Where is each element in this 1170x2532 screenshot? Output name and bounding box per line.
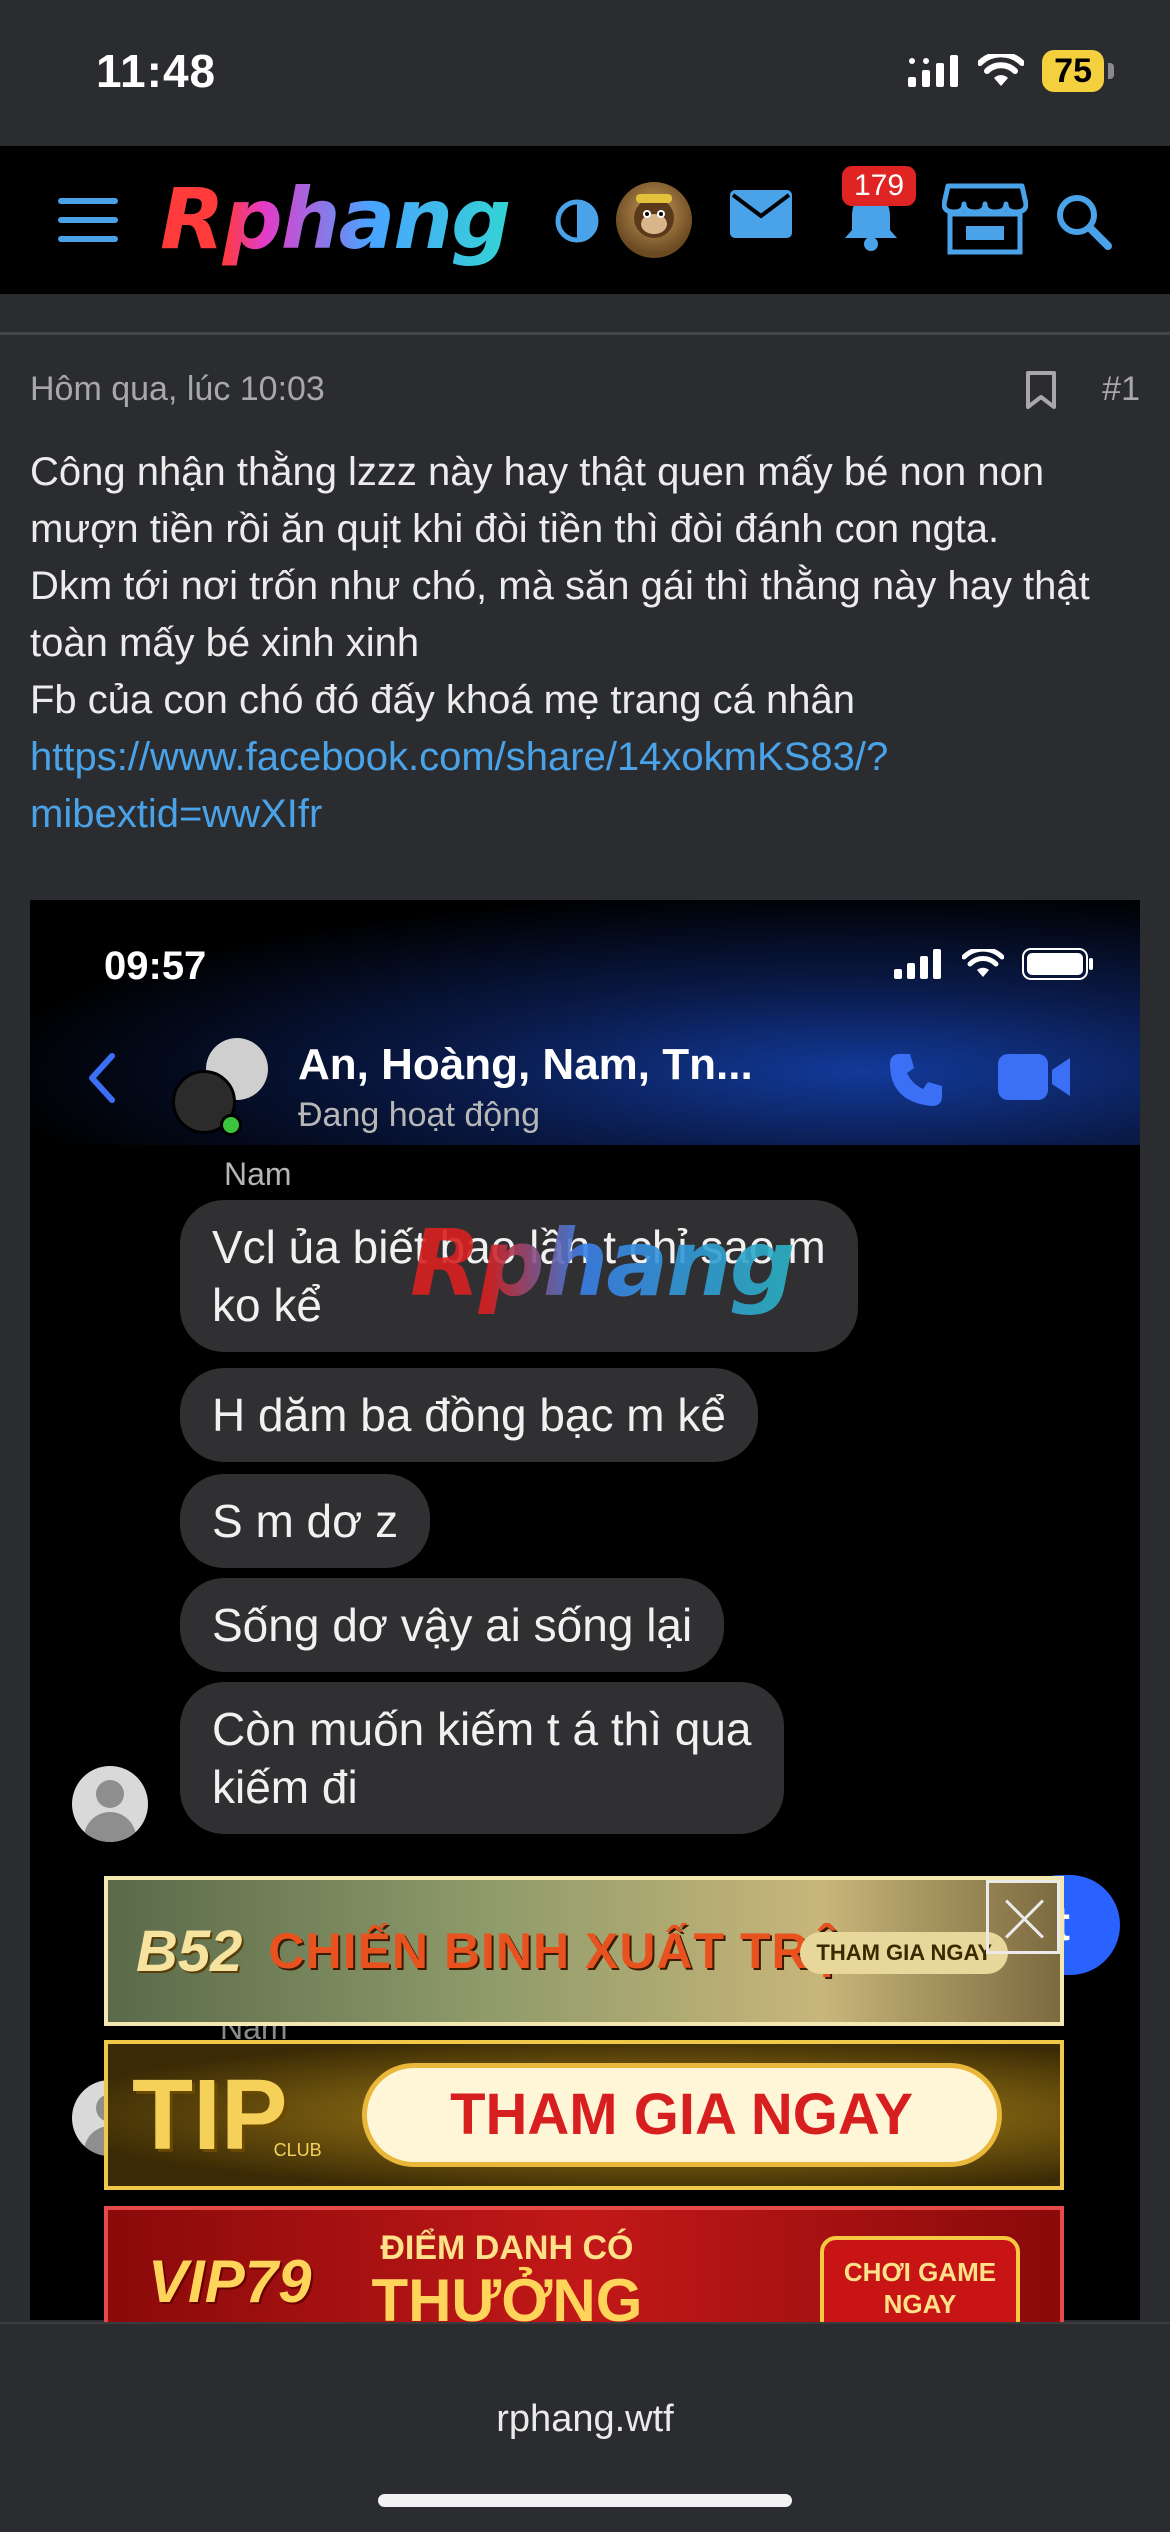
battery-icon bbox=[1022, 948, 1093, 980]
search-icon[interactable] bbox=[1054, 192, 1112, 250]
message-bubble: H dăm ba đồng bạc m kể bbox=[180, 1368, 758, 1462]
post-number[interactable]: #1 bbox=[1102, 370, 1140, 409]
message-line: kiếm đi bbox=[212, 1761, 358, 1813]
url-text[interactable]: rphang.wtf bbox=[0, 2398, 1170, 2441]
menu-icon[interactable] bbox=[58, 198, 118, 242]
chat-title: An, Hoàng, Nam, Tn... bbox=[298, 1040, 753, 1089]
phone-icon bbox=[890, 1054, 942, 1106]
status-time: 11:48 bbox=[96, 45, 217, 97]
ad-headline-small: ĐIỂM DANH CÓ bbox=[380, 2228, 634, 2267]
page: { "status_bar": { "time": "11:48", "batt… bbox=[0, 0, 1170, 2532]
ad-cta-line: CHƠI GAME bbox=[843, 2257, 997, 2287]
store-icon[interactable] bbox=[942, 182, 1028, 256]
message-bubble: S m dơ z bbox=[180, 1474, 431, 1568]
wifi-icon bbox=[962, 949, 1004, 977]
chat-status: Đang hoạt động bbox=[298, 1096, 540, 1134]
user-avatar[interactable] bbox=[616, 182, 692, 258]
message-sender: Nam bbox=[224, 1156, 292, 1192]
bookmark-icon[interactable] bbox=[1024, 370, 1058, 410]
notification-badge: 179 bbox=[842, 166, 917, 206]
ad-logo: TIP bbox=[132, 2058, 288, 2171]
divider bbox=[0, 332, 1170, 335]
mail-icon[interactable] bbox=[730, 190, 792, 238]
message-line: Sống dơ vậy ai sống lại bbox=[212, 1599, 693, 1651]
status-icons: 75 bbox=[908, 50, 1114, 92]
online-indicator bbox=[220, 1114, 242, 1136]
facebook-link[interactable]: https://www.facebook.com/share/14xokmKS8… bbox=[30, 729, 1140, 786]
screenshot-status-icons bbox=[894, 948, 1094, 980]
ad-logo: VIP79 bbox=[148, 2247, 312, 2315]
ad-cta-button[interactable]: THAM GIA NGAY bbox=[361, 2063, 1002, 2167]
cellular-signal-icon bbox=[908, 55, 959, 87]
wifi-icon bbox=[978, 54, 1025, 86]
site-header: Rphang 179 bbox=[0, 146, 1170, 294]
ad-cta-button[interactable]: THAM GIA NGAY bbox=[800, 1932, 1008, 1974]
status-bar: 11:48 75 bbox=[0, 0, 1170, 146]
facebook-link-cont[interactable]: mibextid=wwXIfr bbox=[30, 786, 1140, 843]
post-content: Công nhận thằng lzzz này hay thật quen m… bbox=[30, 444, 1140, 843]
post-line: mượn tiền rồi ăn quịt khi đòi tiền thì đ… bbox=[30, 507, 1000, 551]
cellular-signal-icon bbox=[894, 949, 941, 979]
message-line: S m dơ z bbox=[212, 1495, 399, 1547]
message-line: H dăm ba đồng bạc m kể bbox=[212, 1389, 726, 1441]
ad-headline: CHIẾN BINH XUẤT TRẬN bbox=[268, 1923, 883, 1979]
screenshot-time: 09:57 bbox=[104, 944, 207, 988]
home-indicator[interactable] bbox=[378, 2494, 792, 2507]
video-call-icon bbox=[998, 1054, 1070, 1100]
ad-logo: B52 bbox=[136, 1918, 243, 1984]
battery-level: 75 bbox=[1042, 50, 1104, 92]
message-bubble: Còn muốn kiếm t á thì qua kiếm đi bbox=[180, 1682, 784, 1834]
post-line: toàn mấy bé xinh xinh bbox=[30, 621, 420, 665]
battery-icon bbox=[1108, 63, 1114, 79]
close-ad-icon[interactable] bbox=[986, 1880, 1060, 1954]
post-line: Dkm tới nơi trốn như chó, mà săn gái thì… bbox=[30, 564, 1090, 608]
post-line: Fb của con chó đó đấy khoá mẹ trang cá n… bbox=[30, 678, 855, 722]
ad-cta-line: NGAY bbox=[883, 2289, 957, 2319]
contact-avatar bbox=[72, 1766, 148, 1842]
theme-toggle-icon[interactable] bbox=[554, 198, 600, 244]
ad-cta-button[interactable]: CHƠI GAME NGAY bbox=[820, 2236, 1020, 2336]
ad-banner-b52[interactable]: B52 CHIẾN BINH XUẤT TRẬN THAM GIA NGAY bbox=[104, 1876, 1064, 2026]
site-logo[interactable]: Rphang bbox=[160, 170, 511, 268]
post-date[interactable]: Hôm qua, lúc 10:03 bbox=[30, 370, 325, 409]
site-watermark: Rphang bbox=[410, 1210, 796, 1317]
post-line: Công nhận thằng lzzz này hay thật quen m… bbox=[30, 450, 1045, 494]
ad-headline: ĐIỂM DANH CÓ THƯỞNG bbox=[371, 2229, 642, 2334]
ad-logo-sub: CLUB bbox=[273, 2139, 322, 2160]
message-bubble: Sống dơ vậy ai sống lại bbox=[180, 1578, 725, 1672]
message-line: Còn muốn kiếm t á thì qua bbox=[212, 1703, 752, 1755]
ad-banner-tip-club[interactable]: TIP CLUB THAM GIA NGAY bbox=[104, 2040, 1064, 2190]
back-icon bbox=[89, 1053, 115, 1103]
